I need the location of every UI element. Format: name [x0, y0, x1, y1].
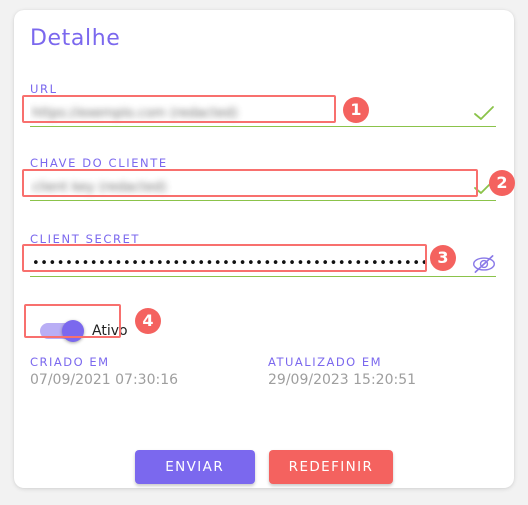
created-at-label: CRIADO EM	[30, 355, 110, 369]
annotation-badge-3: 3	[430, 245, 456, 271]
form-actions: ENVIAR REDEFINIR	[14, 450, 514, 484]
reset-button[interactable]: REDEFINIR	[268, 450, 394, 484]
submit-button[interactable]: ENVIAR	[134, 450, 255, 484]
field-url-label: URL	[30, 82, 58, 96]
active-toggle-knob[interactable]	[62, 320, 84, 342]
client-secret-input-value: ••••••••••••••••••••••••••••••••••••••••…	[32, 256, 446, 271]
field-url: URL https://exemplo.com (redacted)	[30, 82, 496, 129]
eye-off-icon[interactable]	[471, 251, 497, 281]
client-key-input[interactable]: client key (redacted)	[30, 175, 496, 201]
url-input[interactable]: https://exemplo.com (redacted)	[30, 101, 496, 127]
created-at-block: CRIADO EM 07/09/2021 07:30:16	[30, 355, 178, 388]
url-valid-check-icon	[471, 103, 497, 127]
active-toggle-track[interactable]	[40, 320, 84, 342]
updated-at-value: 29/09/2023 15:20:51	[268, 372, 417, 388]
field-client-key-label: CHAVE DO CLIENTE	[30, 156, 168, 170]
created-at-value: 07/09/2021 07:30:16	[30, 372, 179, 388]
active-toggle-label: Ativo	[92, 323, 128, 339]
annotation-badge-1: 1	[343, 97, 369, 123]
field-client-key: CHAVE DO CLIENTE client key (redacted)	[30, 156, 496, 203]
field-client-secret-row: ••••••••••••••••••••••••••••••••••••••••…	[30, 251, 496, 279]
active-toggle[interactable]: Ativo	[40, 318, 128, 344]
field-client-secret: CLIENT SECRET ••••••••••••••••••••••••••…	[30, 232, 496, 279]
annotation-badge-2: 2	[489, 170, 515, 196]
annotation-badge-4: 4	[135, 308, 161, 334]
screen-root: Detalhe URL https://exemplo.com (redacte…	[0, 0, 528, 505]
page-title: Detalhe	[30, 26, 121, 51]
field-client-key-row: client key (redacted)	[30, 175, 496, 203]
field-url-row: https://exemplo.com (redacted)	[30, 101, 496, 129]
updated-at-block: ATUALIZADO EM 29/09/2023 15:20:51	[268, 355, 416, 388]
updated-at-label: ATUALIZADO EM	[268, 355, 383, 369]
client-key-input-value: client key (redacted)	[32, 180, 167, 195]
client-secret-input[interactable]: ••••••••••••••••••••••••••••••••••••••••…	[30, 251, 496, 277]
url-input-value: https://exemplo.com (redacted)	[32, 106, 238, 121]
field-client-secret-label: CLIENT SECRET	[30, 232, 141, 246]
